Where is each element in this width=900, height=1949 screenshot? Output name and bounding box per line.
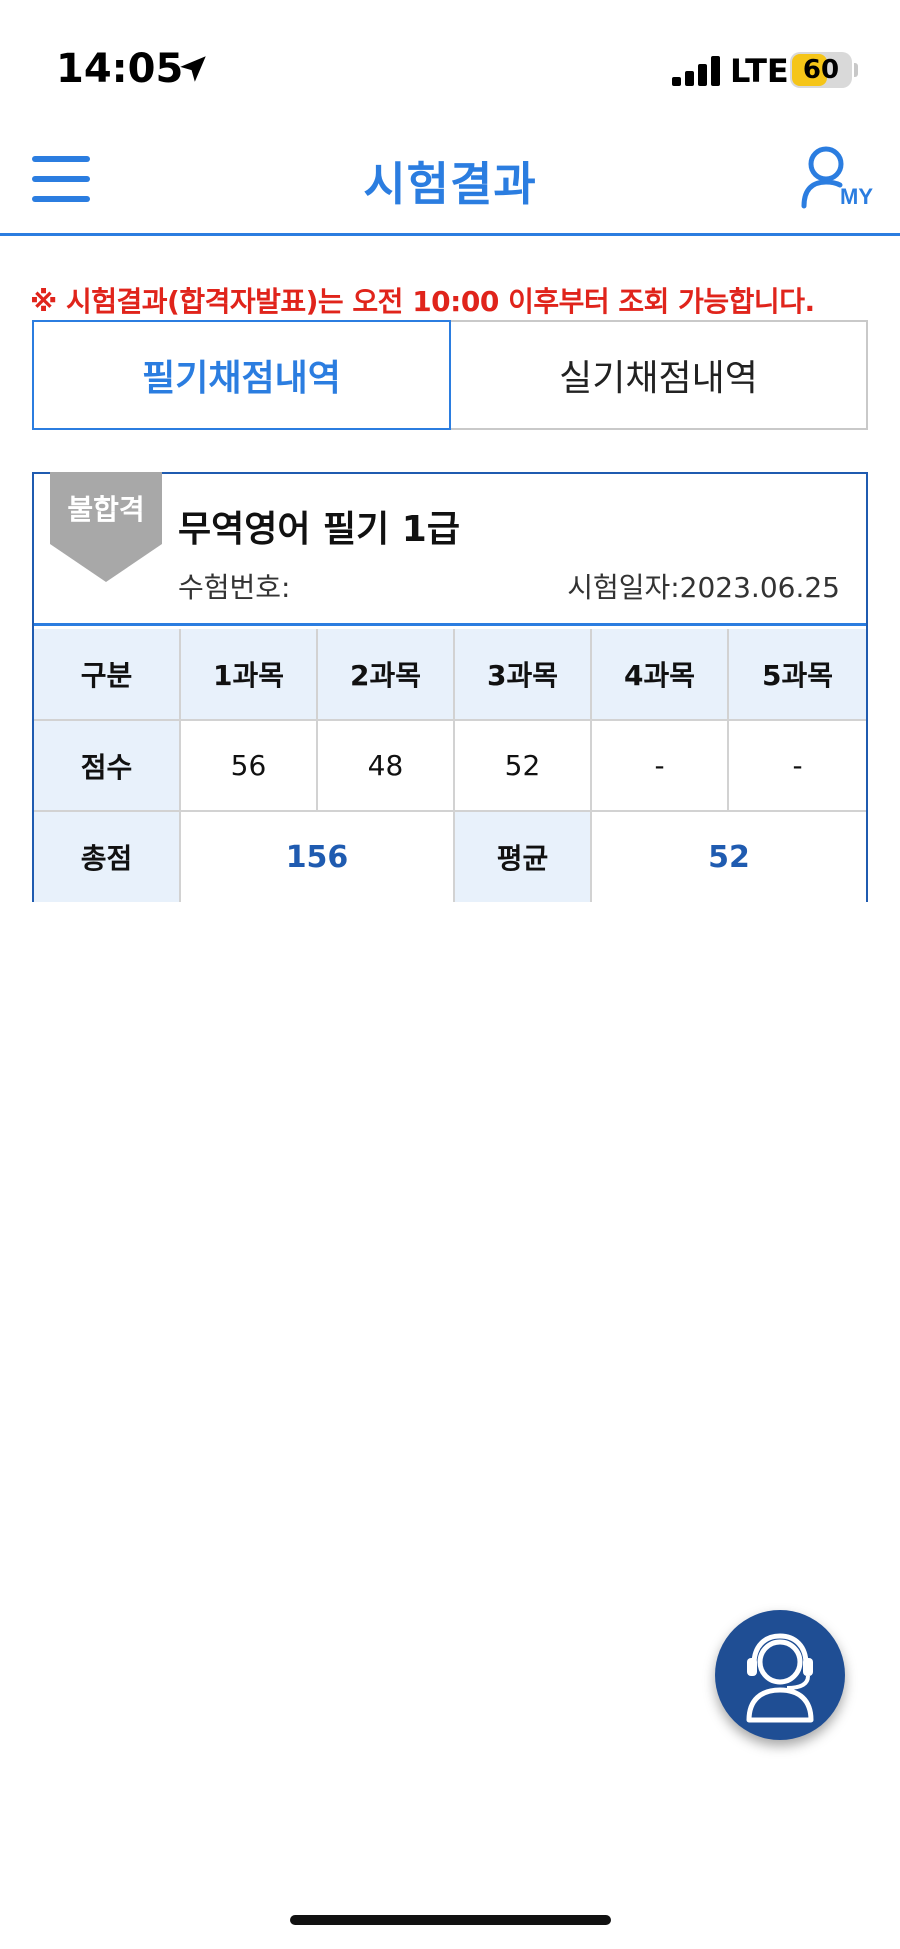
score-table: 구분 1과목 2과목 3과목 4과목 5과목 점수 56 48 52 - - 총… xyxy=(34,629,866,902)
support-chat-button[interactable] xyxy=(715,1610,845,1740)
tab-written-scores[interactable]: 필기채점내역 xyxy=(32,320,451,430)
page-title: 시험결과 xyxy=(363,157,537,211)
network-label: LTE xyxy=(730,52,789,90)
battery-icon: 60 xyxy=(790,52,852,88)
total-label: 총점 xyxy=(34,810,181,902)
battery-percent: 60 xyxy=(802,55,840,85)
subject-header: 4과목 xyxy=(590,629,729,721)
status-bar: 14:05 LTE 60 xyxy=(0,0,900,130)
subject-header: 1과목 xyxy=(179,629,318,721)
exam-title: 무역영어 필기 1급 xyxy=(178,509,460,550)
subject-header: 2과목 xyxy=(316,629,455,721)
home-indicator[interactable] xyxy=(290,1915,611,1925)
exam-date-label: 시험일자: xyxy=(567,571,680,604)
notice-text: ※ 시험결과(합격자발표)는 오전 10:00 이후부터 조회 가능합니다. xyxy=(30,280,815,320)
exam-date-value: 2023.06.25 xyxy=(679,571,840,604)
table-row: 점수 56 48 52 - - xyxy=(34,719,866,812)
notice-mark: ※ xyxy=(30,285,57,318)
headset-agent-icon xyxy=(746,1633,814,1723)
tab-practical-scores[interactable]: 실기채점내역 xyxy=(451,320,868,430)
score-cell: 52 xyxy=(453,719,592,812)
fail-badge: 불합격 xyxy=(67,493,145,526)
table-row: 총점 156 평균 52 xyxy=(34,810,866,902)
exam-date: 시험일자:2023.06.25 xyxy=(567,566,840,606)
average-label: 평균 xyxy=(453,810,592,902)
result-tabs: 필기채점내역 실기채점내역 xyxy=(32,320,868,430)
exam-number-label: 수험번호: xyxy=(178,571,291,604)
user-icon[interactable]: MY xyxy=(800,144,880,216)
result-card-header: 불합격 무역영어 필기 1급 수험번호: 시험일자:2023.06.25 xyxy=(34,472,866,626)
notice-time: 10:00 xyxy=(412,285,499,318)
my-label: MY xyxy=(840,184,873,209)
score-cell: 56 xyxy=(179,719,318,812)
score-cell: - xyxy=(727,719,866,812)
location-arrow-icon xyxy=(180,56,206,82)
table-row: 구분 1과목 2과목 3과목 4과목 5과목 xyxy=(34,629,866,721)
exam-number: 수험번호: xyxy=(178,566,290,606)
subject-header: 3과목 xyxy=(453,629,592,721)
average-score: 52 xyxy=(590,810,866,902)
status-time: 14:05 xyxy=(56,46,184,92)
header-cell: 구분 xyxy=(34,629,181,721)
score-cell: - xyxy=(590,719,729,812)
battery-tip xyxy=(854,63,858,77)
notice-text-part1: 시험결과(합격자발표)는 오전 xyxy=(56,285,413,318)
app-header: 시험결과 MY xyxy=(0,130,900,236)
score-label: 점수 xyxy=(34,719,181,812)
notice-text-part2: 이후부터 조회 가능합니다. xyxy=(498,285,815,318)
result-card: 불합격 무역영어 필기 1급 수험번호: 시험일자:2023.06.25 구분 … xyxy=(32,472,868,902)
score-cell: 48 xyxy=(316,719,455,812)
signal-strength-icon xyxy=(672,56,722,86)
total-score: 156 xyxy=(179,810,455,902)
subject-header: 5과목 xyxy=(727,629,866,721)
